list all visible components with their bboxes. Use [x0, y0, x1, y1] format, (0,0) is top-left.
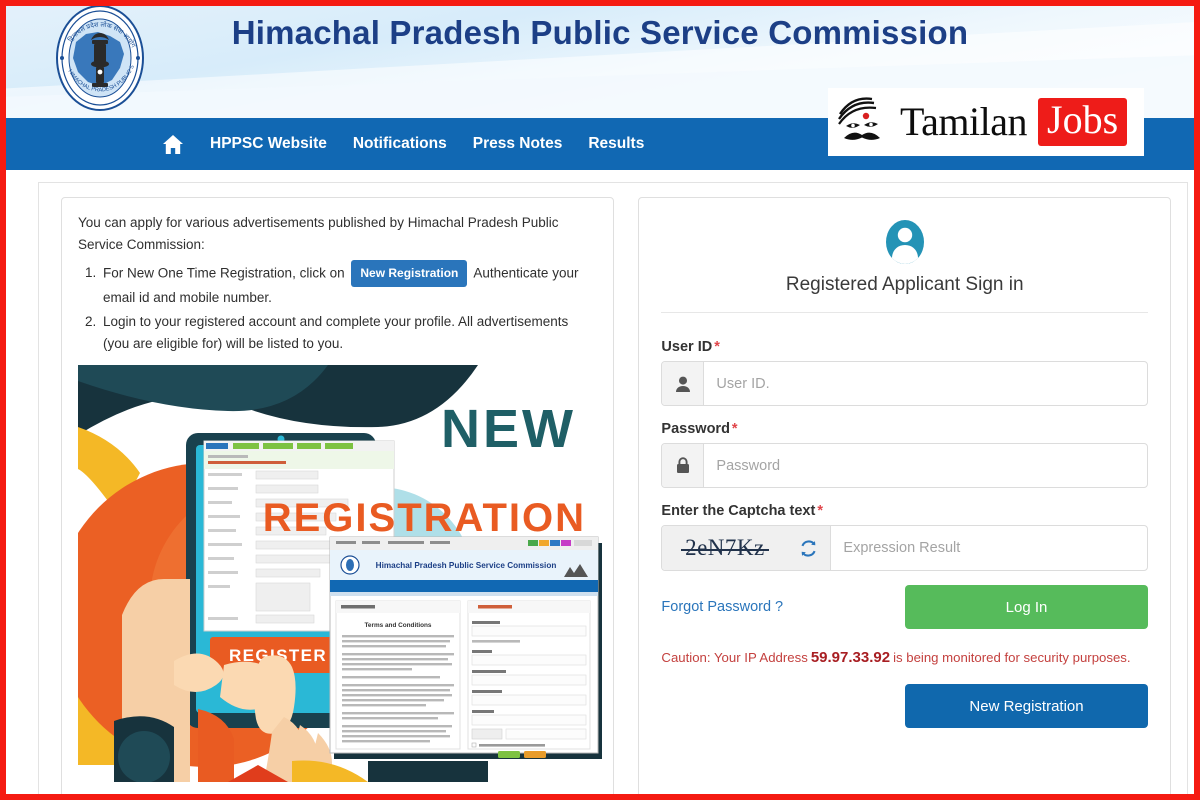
password-input-group[interactable]: [661, 443, 1148, 488]
inline-new-registration-button[interactable]: New Registration: [351, 259, 468, 288]
refresh-icon[interactable]: [787, 526, 832, 570]
login-action-row: Forgot Password ? Log In: [661, 585, 1148, 629]
nav-item-press-notes[interactable]: Press Notes: [473, 135, 563, 153]
screenshot-root: हिमाचल प्रदेश लोक सेवा आयोग HIMACHAL PRA…: [0, 0, 1200, 800]
user-id-input[interactable]: [704, 362, 1147, 405]
new-registration-button[interactable]: New Registration: [905, 684, 1148, 728]
caution-suffix: is being monitored for security purposes…: [893, 650, 1131, 665]
captcha-input-group[interactable]: 2eN7Kz: [661, 525, 1148, 571]
jobs-wordmark: Jobs: [1038, 98, 1128, 146]
content-frame: You can apply for various advertisements…: [38, 182, 1188, 800]
illustration-terms-title: Terms and Conditions: [365, 622, 432, 629]
home-icon[interactable]: [162, 134, 184, 155]
user-id-label-text: User ID: [661, 339, 713, 355]
tamilan-wordmark: Tamilan: [900, 99, 1028, 144]
ip-address-value: 59.97.33.92: [810, 649, 891, 666]
signin-title: Registered Applicant Sign in: [785, 274, 1024, 295]
login-button[interactable]: Log In: [905, 585, 1148, 629]
password-label-text: Password: [661, 421, 730, 437]
ip-caution-message: Caution: Your IP Address 59.97.33.92 is be…: [661, 649, 1148, 666]
instructions-list: For New One Time Registration, click on …: [100, 259, 597, 355]
captcha-input[interactable]: [831, 526, 1147, 570]
password-input[interactable]: [704, 444, 1147, 487]
illustration-headline-top: NEW: [441, 399, 576, 459]
user-id-label: User ID *: [661, 339, 1148, 355]
tamilan-face-icon: [836, 96, 896, 148]
illustration-browser-title: Himachal Pradesh Public Service Commissi…: [376, 561, 557, 570]
captcha-label-text: Enter the Captcha text: [661, 503, 816, 519]
instruction-item-2: Login to your registered account and com…: [100, 311, 597, 355]
captcha-required-mark: *: [817, 503, 823, 519]
nav-item-notifications[interactable]: Notifications: [353, 135, 447, 153]
tamilan-jobs-watermark: Tamilan Jobs: [828, 88, 1144, 156]
captcha-image: 2eN7Kz: [662, 526, 788, 570]
user-avatar-icon: [661, 218, 1148, 271]
page-body: You can apply for various advertisements…: [0, 170, 1200, 800]
user-id-required-mark: *: [714, 339, 720, 355]
new-registration-illustration: REGISTER Himachal Pradesh Public Service…: [78, 364, 602, 782]
user-id-input-group[interactable]: [661, 361, 1148, 406]
page-title: Himachal Pradesh Public Service Commissi…: [231, 14, 969, 51]
password-required-mark: *: [731, 421, 738, 437]
person-icon: [662, 362, 705, 405]
nav-item-results[interactable]: Results: [588, 135, 644, 153]
captcha-text: 2eN7Kz: [681, 535, 769, 560]
intro-paragraph: You can apply for various advertisements…: [78, 215, 559, 252]
instruction-1-before: For New One Time Registration, click on: [103, 265, 345, 280]
lock-icon: [662, 444, 705, 487]
signin-divider: [661, 312, 1148, 313]
signin-card: Registered Applicant Sign in User ID * U…: [638, 197, 1171, 800]
instruction-item-1: For New One Time Registration, click on …: [100, 259, 597, 309]
forgot-password-link[interactable]: Forgot Password ?: [661, 599, 783, 615]
hppsc-emblem-logo: हिमाचल प्रदेश लोक सेवा आयोग HIMACHAL PRA…: [44, 0, 154, 114]
nav-item-hppsc-website[interactable]: HPPSC Website: [210, 135, 327, 153]
signin-header: Registered Applicant Sign in: [661, 218, 1148, 296]
password-label: Password *: [661, 421, 1148, 437]
illustration-headline-bottom: REGISTRATION: [263, 496, 586, 540]
info-card: You can apply for various advertisements…: [61, 197, 615, 800]
caution-prefix: Caution: Your IP Address: [661, 650, 808, 665]
captcha-label: Enter the Captcha text *: [661, 503, 1148, 519]
